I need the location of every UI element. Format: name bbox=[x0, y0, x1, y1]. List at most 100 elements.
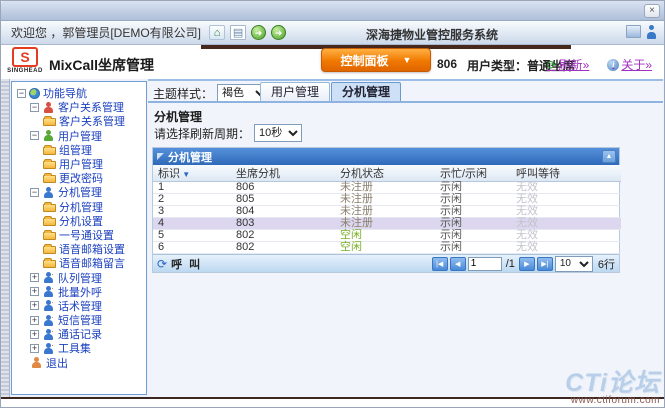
about-link[interactable]: i 关于» bbox=[607, 56, 652, 73]
tree-item[interactable]: − 客户关系管理 bbox=[12, 100, 146, 114]
tree-item[interactable]: 用户管理 bbox=[12, 157, 146, 171]
left-scroll-strip[interactable] bbox=[1, 79, 10, 397]
tree-item[interactable]: 更改密码 bbox=[12, 171, 146, 185]
column-header[interactable]: 坐席分机 bbox=[231, 165, 335, 182]
refresh-link[interactable]: ⟳ 刷新» bbox=[547, 56, 590, 73]
collapse-icon[interactable]: ▲ bbox=[602, 150, 616, 163]
column-header[interactable]: 呼叫等待 bbox=[511, 165, 621, 182]
tree-item[interactable]: 分机设置 bbox=[12, 214, 146, 228]
tree-expand-icon[interactable]: + bbox=[30, 287, 39, 296]
person-plus-icon bbox=[42, 329, 55, 340]
tree-item[interactable]: − 分机管理 bbox=[12, 185, 146, 199]
table-row[interactable]: 3 804 未注册 示闲 无效 bbox=[153, 206, 621, 218]
tree-item[interactable]: − 用户管理 bbox=[12, 129, 146, 143]
extension-table: 标识 ▼坐席分机分机状态示忙/示闲呼叫等待 1 806 未注册 示闲 无效 2 … bbox=[153, 165, 621, 254]
prev-page-button[interactable]: ◀ bbox=[450, 257, 466, 271]
document-icon[interactable]: ▤ bbox=[230, 25, 246, 40]
first-page-button[interactable]: |◀ bbox=[432, 257, 448, 271]
control-panel-label: 控制面板 bbox=[341, 52, 389, 69]
folder-icon bbox=[43, 161, 56, 169]
refresh-call-icon[interactable]: ⟳ bbox=[157, 257, 167, 271]
folder-icon bbox=[43, 204, 56, 212]
browser-toolbar: 欢迎您 ，郭管理员[DEMO有限公司] ⌂ ▤ ➜ ➜ 深海捷物业管控服务系统 bbox=[1, 21, 665, 45]
column-header[interactable]: 标识 ▼ bbox=[153, 165, 231, 182]
tree-item[interactable]: 语音邮箱设置 bbox=[12, 242, 146, 256]
panel-title: 分机管理 bbox=[168, 149, 212, 165]
app-header: S SINGHEAD MixCall坐席管理 控制面板 ▼ 806 用户类型：普… bbox=[1, 45, 665, 79]
app-window: × 欢迎您 ，郭管理员[DEMO有限公司] ⌂ ▤ ➜ ➜ 深海捷物业管控服务系… bbox=[0, 0, 665, 408]
control-panel-button[interactable]: 控制面板 ▼ bbox=[321, 48, 431, 72]
person-plus-icon bbox=[42, 300, 55, 311]
cell-extension: 802 bbox=[231, 242, 335, 254]
tree-expand-icon[interactable]: + bbox=[30, 273, 39, 282]
column-header[interactable]: 分机状态 bbox=[335, 165, 435, 182]
tree-item[interactable]: + 短信管理 bbox=[12, 313, 146, 327]
tree-expand-icon[interactable]: + bbox=[30, 344, 39, 353]
go-forward-icon-2[interactable]: ➜ bbox=[271, 25, 286, 40]
table-row[interactable]: 2 805 未注册 示闲 无效 bbox=[153, 194, 621, 206]
refresh-period-select[interactable]: 10秒 bbox=[254, 124, 302, 142]
cell-call-wait: 无效 bbox=[511, 206, 621, 218]
tree-item[interactable]: + 通话记录 bbox=[12, 327, 146, 341]
home-icon[interactable]: ⌂ bbox=[209, 25, 225, 40]
cell-busy-state: 示闲 bbox=[435, 230, 511, 242]
tree-expand-icon[interactable]: + bbox=[30, 330, 39, 339]
go-forward-icon[interactable]: ➜ bbox=[251, 25, 266, 40]
tree-expand-icon[interactable]: + bbox=[30, 316, 39, 325]
call-button[interactable]: 呼 叫 bbox=[171, 256, 202, 272]
cell-status: 未注册 bbox=[335, 206, 435, 218]
tree-item[interactable]: + 批量外呼 bbox=[12, 285, 146, 299]
tab-user-management[interactable]: 用户管理 bbox=[260, 82, 330, 101]
system-title: 深海捷物业管控服务系统 bbox=[366, 26, 498, 43]
cell-busy-state: 示闲 bbox=[435, 206, 511, 218]
table-row[interactable]: 5 802 空闲 示闲 无效 bbox=[153, 230, 621, 242]
tree-item[interactable]: 退出 bbox=[12, 356, 146, 370]
column-header[interactable]: 示忙/示闲 bbox=[435, 165, 511, 182]
tab-label: 分机管理 bbox=[342, 85, 390, 99]
tree-item[interactable]: 一号通设置 bbox=[12, 228, 146, 242]
table-row[interactable]: 4 803 未注册 示闲 无效 bbox=[153, 218, 621, 230]
folder-icon bbox=[43, 260, 56, 268]
tab-extension-management[interactable]: 分机管理 bbox=[331, 82, 401, 101]
refresh-icon: ⟳ bbox=[547, 58, 557, 72]
table-row[interactable]: 6 802 空闲 示闲 无效 bbox=[153, 242, 621, 254]
sort-desc-icon[interactable]: ▼ bbox=[180, 170, 190, 179]
tree-item[interactable]: 语音邮箱留言 bbox=[12, 256, 146, 270]
tree-expand-icon[interactable]: − bbox=[30, 131, 39, 140]
singhead-logo[interactable]: S SINGHEAD bbox=[7, 47, 43, 74]
pagination: |◀ ◀ /1 ▶ ▶| 10 6行 bbox=[432, 256, 615, 272]
tree-expand-icon[interactable]: − bbox=[17, 89, 26, 98]
tree-item[interactable]: + 队列管理 bbox=[12, 270, 146, 284]
theme-style-label: 主题样式： bbox=[153, 85, 213, 102]
last-page-button[interactable]: ▶| bbox=[537, 257, 553, 271]
next-page-button[interactable]: ▶ bbox=[519, 257, 535, 271]
tree-expand-icon[interactable]: − bbox=[30, 103, 39, 112]
about-link-label: 关于» bbox=[621, 56, 652, 73]
user-icon[interactable] bbox=[645, 25, 658, 39]
info-icon: i bbox=[607, 59, 619, 71]
logo-subtext: SINGHEAD bbox=[7, 68, 43, 74]
cell-extension: 802 bbox=[231, 230, 335, 242]
folder-icon bbox=[43, 218, 56, 226]
tree-item[interactable]: 客户关系管理 bbox=[12, 114, 146, 128]
tree-item[interactable]: + 工具集 bbox=[12, 341, 146, 355]
tree-item[interactable]: 组管理 bbox=[12, 143, 146, 157]
page-number-input[interactable] bbox=[468, 257, 502, 271]
close-icon[interactable]: × bbox=[644, 4, 660, 18]
tree-item[interactable]: − 功能导航 bbox=[12, 86, 146, 100]
tree-expand-icon[interactable]: − bbox=[30, 188, 39, 197]
table-row[interactable]: 1 806 未注册 示闲 无效 bbox=[153, 182, 621, 194]
welcome-text: 欢迎您 ，郭管理员[DEMO有限公司] bbox=[11, 24, 201, 41]
cell-call-wait: 无效 bbox=[511, 194, 621, 206]
page-size-select[interactable]: 10 bbox=[555, 256, 593, 272]
cell-busy-state: 示闲 bbox=[435, 218, 511, 230]
tree-item[interactable]: + 话术管理 bbox=[12, 299, 146, 313]
image-icon[interactable] bbox=[626, 25, 641, 38]
cell-status: 未注册 bbox=[335, 218, 435, 230]
person-plus-icon bbox=[42, 286, 55, 297]
folder-icon bbox=[43, 175, 56, 183]
cell-call-wait: 无效 bbox=[511, 242, 621, 254]
tree-expand-icon[interactable]: + bbox=[30, 301, 39, 310]
tree-item[interactable]: 分机管理 bbox=[12, 200, 146, 214]
panel-header: 分机管理 ▲ bbox=[153, 148, 619, 165]
